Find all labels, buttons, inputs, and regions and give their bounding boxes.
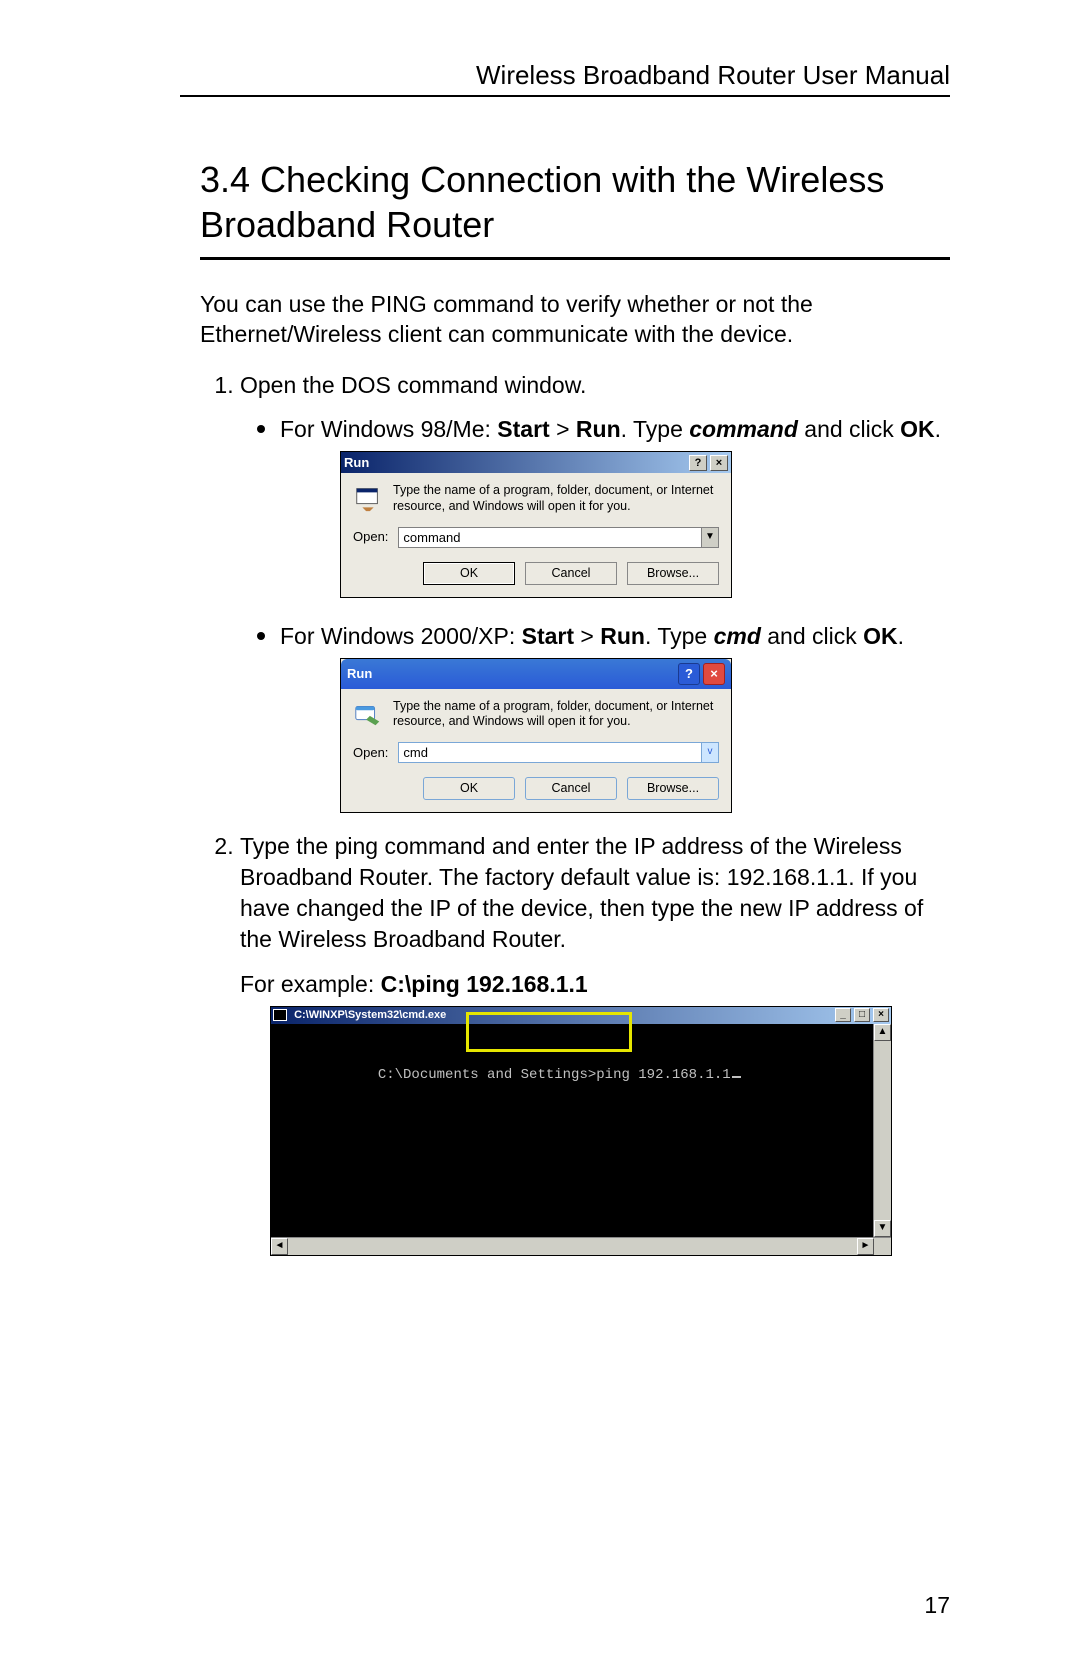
example-command: C:\ping 192.168.1.1: [381, 971, 588, 997]
open-input[interactable]: [399, 743, 701, 762]
text: . Type: [621, 416, 690, 442]
text: and click: [798, 416, 900, 442]
dialog-description: Type the name of a program, folder, docu…: [393, 699, 719, 730]
bold-start: Start: [497, 416, 549, 442]
dialog-body: Type the name of a program, folder, docu…: [341, 473, 731, 596]
step1-text: Open the DOS command window.: [240, 372, 586, 398]
cmd-prompt: C:\Documents and Settings>: [378, 1067, 596, 1083]
titlebar[interactable]: Run ? ×: [341, 452, 731, 474]
dialog-title-text: Run: [344, 454, 369, 472]
open-input[interactable]: [399, 528, 701, 547]
intro-paragraph: You can use the PING command to verify w…: [200, 290, 950, 350]
vertical-scrollbar[interactable]: ▲ ▼: [873, 1024, 891, 1237]
section-heading: 3.4 Checking Connection with the Wireles…: [200, 157, 950, 260]
cursor-icon: [732, 1076, 741, 1078]
titlebar[interactable]: Run ? ×: [341, 659, 731, 689]
run-dialog-win98: Run ? ×: [340, 451, 732, 598]
text: . Type: [645, 623, 714, 649]
dropdown-arrow-icon[interactable]: ▼: [701, 528, 718, 547]
close-icon[interactable]: ×: [873, 1008, 889, 1022]
bold-ok: OK: [900, 416, 935, 442]
ok-button[interactable]: OK: [423, 777, 515, 800]
minimize-icon[interactable]: _: [835, 1008, 851, 1022]
bullet-win98: For Windows 98/Me: Start > Run. Type com…: [280, 409, 950, 598]
open-combobox[interactable]: ▼: [398, 527, 719, 548]
open-combobox[interactable]: v: [398, 742, 719, 763]
step2-text: Type the ping command and enter the IP a…: [240, 833, 923, 952]
close-icon[interactable]: ×: [703, 663, 725, 685]
bold-italic-command: command: [689, 416, 798, 442]
text: and click: [761, 623, 863, 649]
text: .: [898, 623, 904, 649]
bold-run: Run: [600, 623, 645, 649]
horizontal-scrollbar[interactable]: ◄ ►: [271, 1237, 891, 1255]
step-1: Open the DOS command window. For Windows…: [240, 370, 950, 813]
cmd-title-text: C:\WINXP\System32\cmd.exe: [294, 1009, 446, 1021]
cmd-icon: [273, 1009, 287, 1021]
example-prefix: For example:: [240, 971, 381, 997]
bullet-winxp: For Windows 2000/XP: Start > Run. Type c…: [280, 616, 950, 813]
scroll-right-icon[interactable]: ►: [857, 1238, 874, 1255]
text: >: [574, 623, 600, 649]
open-label: Open:: [353, 744, 388, 762]
text: >: [550, 416, 576, 442]
dialog-body: Type the name of a program, folder, docu…: [341, 689, 731, 812]
bold-italic-cmd: cmd: [714, 623, 761, 649]
step-2: Type the ping command and enter the IP a…: [240, 831, 950, 1256]
bold-ok: OK: [863, 623, 898, 649]
scroll-up-icon[interactable]: ▲: [874, 1024, 891, 1041]
browse-button[interactable]: Browse...: [627, 777, 719, 800]
titlebar[interactable]: C:\WINXP\System32\cmd.exe _ □ ×: [271, 1007, 891, 1024]
cmd-terminal[interactable]: C:\Documents and Settings>ping 192.168.1…: [271, 1024, 873, 1237]
ok-button[interactable]: OK: [423, 562, 515, 585]
dropdown-arrow-icon[interactable]: v: [701, 743, 718, 762]
cancel-button[interactable]: Cancel: [525, 562, 617, 585]
bold-run: Run: [576, 416, 621, 442]
text: .: [935, 416, 941, 442]
page-header-title: Wireless Broadband Router User Manual: [180, 60, 950, 97]
run-icon: [353, 699, 383, 729]
open-label: Open:: [353, 528, 388, 546]
help-icon[interactable]: ?: [678, 663, 700, 685]
text: For Windows 2000/XP:: [280, 623, 522, 649]
help-icon[interactable]: ?: [689, 455, 707, 471]
browse-button[interactable]: Browse...: [627, 562, 719, 585]
close-icon[interactable]: ×: [710, 455, 728, 471]
page-number: 17: [924, 1592, 950, 1619]
cmd-typed: ping 192.168.1.1: [596, 1067, 730, 1083]
scroll-left-icon[interactable]: ◄: [271, 1238, 288, 1255]
maximize-icon[interactable]: □: [854, 1008, 870, 1022]
run-icon: [353, 483, 383, 513]
text: For Windows 98/Me:: [280, 416, 497, 442]
cmd-window: C:\WINXP\System32\cmd.exe _ □ × C:\Docum…: [270, 1006, 892, 1256]
cancel-button[interactable]: Cancel: [525, 777, 617, 800]
bold-start: Start: [522, 623, 574, 649]
dialog-title-text: Run: [347, 665, 372, 683]
scroll-down-icon[interactable]: ▼: [874, 1220, 891, 1237]
run-dialog-winxp: Run ? ×: [340, 658, 732, 813]
dialog-description: Type the name of a program, folder, docu…: [393, 483, 719, 514]
